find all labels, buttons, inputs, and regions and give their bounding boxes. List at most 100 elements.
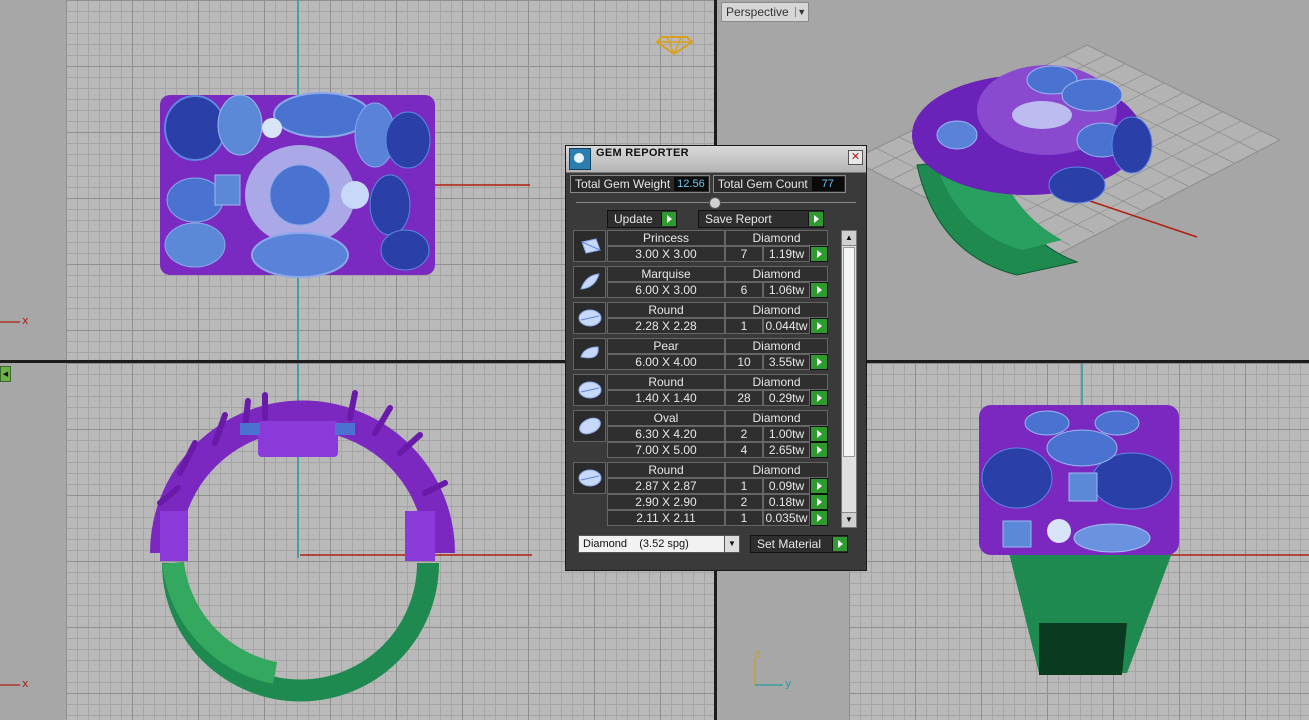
- chevron-down-icon[interactable]: ▼: [794, 7, 808, 17]
- gem-count: 1: [725, 478, 763, 494]
- play-arrow-icon: [832, 537, 847, 551]
- gem-material: Diamond: [725, 374, 828, 390]
- gem-size: 1.40 X 1.40: [607, 390, 725, 406]
- gem-shape: Pear: [607, 338, 725, 354]
- gem-count: 10: [725, 354, 763, 370]
- gem-shape: Round: [607, 462, 725, 478]
- gem-group: Pear Diamond 6.00 X 4.00 10 3.55tw: [573, 338, 837, 370]
- gem-row: 6.30 X 4.20 2 1.00tw: [607, 426, 837, 442]
- gem-row: 1.40 X 1.40 28 0.29tw: [607, 390, 837, 406]
- gem-row: 2.90 X 2.90 2 0.18tw: [607, 494, 837, 510]
- gem-group: Round Diamond 1.40 X 1.40 28 0.29tw: [573, 374, 837, 406]
- gem-count: 2: [725, 426, 763, 442]
- select-gem-button[interactable]: [810, 318, 828, 334]
- gem-row: 7.00 X 5.00 4 2.65tw: [607, 442, 837, 458]
- gem-weight: 0.18tw: [763, 494, 810, 510]
- total-weight-label: Total Gem Weight: [575, 177, 671, 191]
- play-arrow-icon: [661, 212, 676, 226]
- select-gem-button[interactable]: [810, 246, 828, 262]
- select-gem-button[interactable]: [810, 390, 828, 406]
- gem-group-header: Pear Diamond: [607, 338, 837, 354]
- select-gem-button[interactable]: [810, 354, 828, 370]
- select-gem-button[interactable]: [810, 494, 828, 510]
- princess-gem-icon[interactable]: [573, 230, 606, 262]
- update-button-label: Update: [614, 212, 653, 226]
- gem-material: Diamond: [725, 302, 828, 318]
- oval-gem-icon[interactable]: [573, 410, 606, 442]
- gem-size: 7.00 X 5.00: [607, 442, 725, 458]
- gem-list-scrollbar[interactable]: ▲ ▼: [841, 230, 857, 528]
- gem-row: 6.00 X 4.00 10 3.55tw: [607, 354, 837, 370]
- gem-group: Round Diamond 2.87 X 2.87 1 0.09tw 2.90 …: [573, 462, 837, 526]
- gem-size: 3.00 X 3.00: [607, 246, 725, 262]
- gem-group-header: Princess Diamond: [607, 230, 837, 246]
- collapse-handle[interactable]: [709, 197, 721, 209]
- select-gem-button[interactable]: [810, 442, 828, 458]
- perspective-viewport-label[interactable]: Perspective ▼: [721, 2, 809, 22]
- scrollbar-thumb[interactable]: [843, 247, 855, 457]
- close-icon[interactable]: ✕: [848, 150, 863, 165]
- gem-row: 2.28 X 2.28 1 0.044tw: [607, 318, 837, 334]
- axis-x-label-top: x: [22, 314, 29, 327]
- gem-group-header: Oval Diamond: [607, 410, 837, 426]
- gem-material: Diamond: [725, 410, 828, 426]
- gem-size: 6.00 X 3.00: [607, 282, 725, 298]
- gem-size: 2.28 X 2.28: [607, 318, 725, 334]
- round-gem-icon[interactable]: [573, 302, 606, 334]
- gem-weight: 0.035tw: [763, 510, 810, 526]
- gem-group: Oval Diamond 6.30 X 4.20 2 1.00tw 7.00 X…: [573, 410, 837, 458]
- scroll-down-icon[interactable]: ▼: [842, 512, 856, 527]
- gem-reporter-panel: GEM REPORTER ✕ Total Gem Weight 12.56 To…: [565, 145, 867, 571]
- gem-weight: 2.65tw: [763, 442, 810, 458]
- gem-weight: 0.09tw: [763, 478, 810, 494]
- play-arrow-icon: [808, 212, 823, 226]
- set-material-button-label: Set Material: [757, 537, 822, 551]
- side-panel-tab[interactable]: ◀: [0, 366, 11, 382]
- material-select[interactable]: Diamond (3.52 spg) ▼: [578, 535, 740, 553]
- pear-gem-icon[interactable]: [573, 338, 606, 370]
- round-gem-icon[interactable]: [573, 374, 606, 406]
- gem-group: Round Diamond 2.28 X 2.28 1 0.044tw: [573, 302, 837, 334]
- save-report-button-label: Save Report: [705, 212, 772, 226]
- gem-count: 28: [725, 390, 763, 406]
- scroll-up-icon[interactable]: ▲: [842, 231, 856, 246]
- gem-material: Diamond: [725, 266, 828, 282]
- gem-size: 2.90 X 2.90: [607, 494, 725, 510]
- gem-group: Princess Diamond 3.00 X 3.00 7 1.19tw: [573, 230, 837, 262]
- gem-weight: 1.19tw: [763, 246, 810, 262]
- gem-shape: Oval: [607, 410, 725, 426]
- gem-list[interactable]: Princess Diamond 3.00 X 3.00 7 1.19tw Ma…: [573, 230, 837, 528]
- gem-group-header: Marquise Diamond: [607, 266, 837, 282]
- total-count-value: 77: [811, 177, 844, 191]
- gem-size: 6.00 X 4.00: [607, 354, 725, 370]
- gem-reporter-titlebar[interactable]: GEM REPORTER ✕: [566, 146, 866, 173]
- marquise-gem-icon[interactable]: [573, 266, 606, 298]
- set-material-button[interactable]: Set Material: [750, 535, 848, 553]
- gem-reporter-app-icon: [569, 148, 591, 170]
- gem-weight: 1.00tw: [763, 426, 810, 442]
- select-gem-button[interactable]: [810, 282, 828, 298]
- gem-group-header: Round Diamond: [607, 462, 837, 478]
- totals-bar: Total Gem Weight 12.56 Total Gem Count 7…: [570, 175, 860, 193]
- gem-material: Diamond: [725, 462, 828, 478]
- select-gem-button[interactable]: [810, 478, 828, 494]
- gem-count: 6: [725, 282, 763, 298]
- total-count-box: Total Gem Count 77: [712, 175, 846, 193]
- gem-group-header: Round Diamond: [607, 374, 837, 390]
- ring-side-model: [979, 405, 1179, 675]
- gem-reporter-title: GEM REPORTER: [596, 147, 689, 159]
- save-report-button[interactable]: Save Report: [698, 210, 824, 228]
- gem-size: 2.11 X 2.11: [607, 510, 725, 526]
- gem-shape: Princess: [607, 230, 725, 246]
- ring-top-model: [160, 92, 435, 278]
- gem-material: Diamond: [725, 230, 828, 246]
- round-gem-icon[interactable]: [573, 462, 606, 494]
- select-gem-button[interactable]: [810, 510, 828, 526]
- gem-row: 2.87 X 2.87 1 0.09tw: [607, 478, 837, 494]
- select-gem-button[interactable]: [810, 426, 828, 442]
- gem-weight: 3.55tw: [763, 354, 810, 370]
- chevron-down-icon[interactable]: ▼: [724, 536, 739, 552]
- gem-count: 2: [725, 494, 763, 510]
- update-button[interactable]: Update: [607, 210, 677, 228]
- gem-count: 4: [725, 442, 763, 458]
